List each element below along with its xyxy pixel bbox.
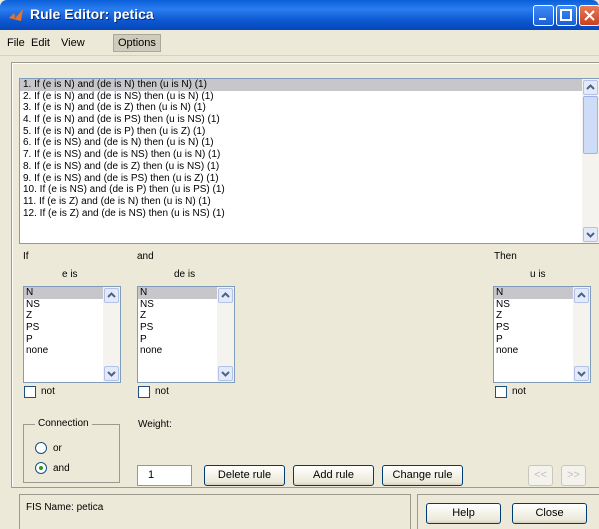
rule-item[interactable]: 10. If (e is NS) and (de is P) then (u i… — [20, 184, 599, 196]
change-rule-button[interactable]: Change rule — [382, 465, 463, 486]
menu-file[interactable]: File — [3, 35, 29, 51]
rules-scrollbar[interactable] — [582, 79, 599, 243]
u-not-checkbox[interactable] — [495, 386, 507, 398]
rules-list[interactable]: 1. If (e is N) and (de is N) then (u is … — [19, 78, 599, 244]
scroll-down-button[interactable] — [583, 227, 598, 242]
rule-editor-window: Rule Editor: petica File Edit View Optio… — [0, 0, 599, 529]
or-radio-label: or — [53, 443, 62, 454]
de-not-label: not — [155, 386, 169, 397]
scroll-up-button[interactable] — [218, 288, 233, 303]
u-list-scrollbar[interactable] — [573, 287, 590, 382]
and-radio[interactable] — [35, 462, 47, 474]
title-bar[interactable]: Rule Editor: petica — [0, 0, 599, 30]
e-not-label: not — [41, 386, 55, 397]
de-not-checkbox[interactable] — [138, 386, 150, 398]
delete-rule-button[interactable]: Delete rule — [204, 465, 285, 486]
scroll-down-button[interactable] — [574, 366, 589, 381]
add-rule-button[interactable]: Add rule — [293, 465, 374, 486]
weight-label: Weight: — [138, 419, 172, 430]
next-rule-button[interactable]: >> — [561, 465, 586, 486]
connection-label: Connection — [35, 418, 92, 429]
minimize-icon — [539, 18, 546, 20]
help-button[interactable]: Help — [426, 503, 501, 524]
e-variable-label: e is — [62, 269, 78, 280]
scroll-up-button[interactable] — [574, 288, 589, 303]
u-not-label: not — [512, 386, 526, 397]
menu-view[interactable]: View — [57, 35, 89, 51]
matlab-icon — [9, 9, 23, 21]
rule-item[interactable]: 2. If (e is N) and (de is NS) then (u is… — [20, 91, 599, 103]
chevron-down-icon — [107, 371, 116, 377]
menu-options[interactable]: Options — [113, 34, 161, 52]
and-radio-label: and — [53, 463, 70, 474]
scroll-up-button[interactable] — [583, 80, 598, 95]
de-options-list[interactable]: N NS Z PS P none — [137, 286, 235, 383]
chevron-up-icon — [221, 292, 230, 298]
close-icon — [584, 10, 595, 21]
window-title: Rule Editor: petica — [30, 6, 154, 22]
e-list-scrollbar[interactable] — [103, 287, 120, 382]
rule-item[interactable]: 8. If (e is NS) and (de is Z) then (u is… — [20, 161, 599, 173]
connection-group — [23, 424, 120, 483]
chevron-down-icon — [221, 371, 230, 377]
de-list-scrollbar[interactable] — [217, 287, 234, 382]
scroll-up-button[interactable] — [104, 288, 119, 303]
and-label: and — [137, 251, 154, 262]
rule-item[interactable]: 3. If (e is N) and (de is Z) then (u is … — [20, 102, 599, 114]
rule-item[interactable]: 7. If (e is NS) and (de is NS) then (u i… — [20, 149, 599, 161]
chevron-up-icon — [577, 292, 586, 298]
scroll-down-button[interactable] — [218, 366, 233, 381]
maximize-button[interactable] — [556, 5, 577, 26]
menu-bar: File Edit View Options — [0, 30, 599, 56]
scroll-down-button[interactable] — [104, 366, 119, 381]
u-options-list[interactable]: N NS Z PS P none — [493, 286, 591, 383]
or-radio[interactable] — [35, 442, 47, 454]
menu-edit[interactable]: Edit — [27, 35, 54, 51]
maximize-icon — [560, 9, 572, 21]
if-label: If — [23, 251, 29, 262]
status-panel: FIS Name: petica — [19, 494, 411, 529]
close-window-button[interactable] — [579, 5, 599, 26]
e-options-list[interactable]: N NS Z PS P none — [23, 286, 121, 383]
chevron-up-icon — [107, 292, 116, 298]
e-not-checkbox[interactable] — [24, 386, 36, 398]
chevron-down-icon — [586, 232, 595, 238]
weight-input[interactable]: 1 — [137, 465, 192, 486]
previous-rule-button[interactable]: << — [528, 465, 553, 486]
rule-item[interactable]: 11. If (e is Z) and (de is N) then (u is… — [20, 196, 599, 208]
de-variable-label: de is — [174, 269, 196, 280]
fis-name-status: FIS Name: petica — [26, 502, 104, 513]
rule-item[interactable]: 1. If (e is N) and (de is N) then (u is … — [20, 79, 599, 91]
rule-item[interactable]: 6. If (e is NS) and (de is N) then (u is… — [20, 137, 599, 149]
minimize-button[interactable] — [533, 5, 554, 26]
u-variable-label: u is — [530, 269, 546, 280]
rule-item[interactable]: 12. If (e is Z) and (de is NS) then (u i… — [20, 208, 599, 220]
chevron-up-icon — [586, 84, 595, 90]
chevron-down-icon — [577, 371, 586, 377]
rule-item[interactable]: 9. If (e is NS) and (de is PS) then (u i… — [20, 173, 599, 185]
rule-item[interactable]: 5. If (e is N) and (de is P) then (u is … — [20, 126, 599, 138]
then-label: Then — [494, 251, 517, 262]
close-button[interactable]: Close — [512, 503, 587, 524]
rule-item[interactable]: 4. If (e is N) and (de is PS) then (u is… — [20, 114, 599, 126]
scroll-thumb[interactable] — [583, 96, 598, 154]
